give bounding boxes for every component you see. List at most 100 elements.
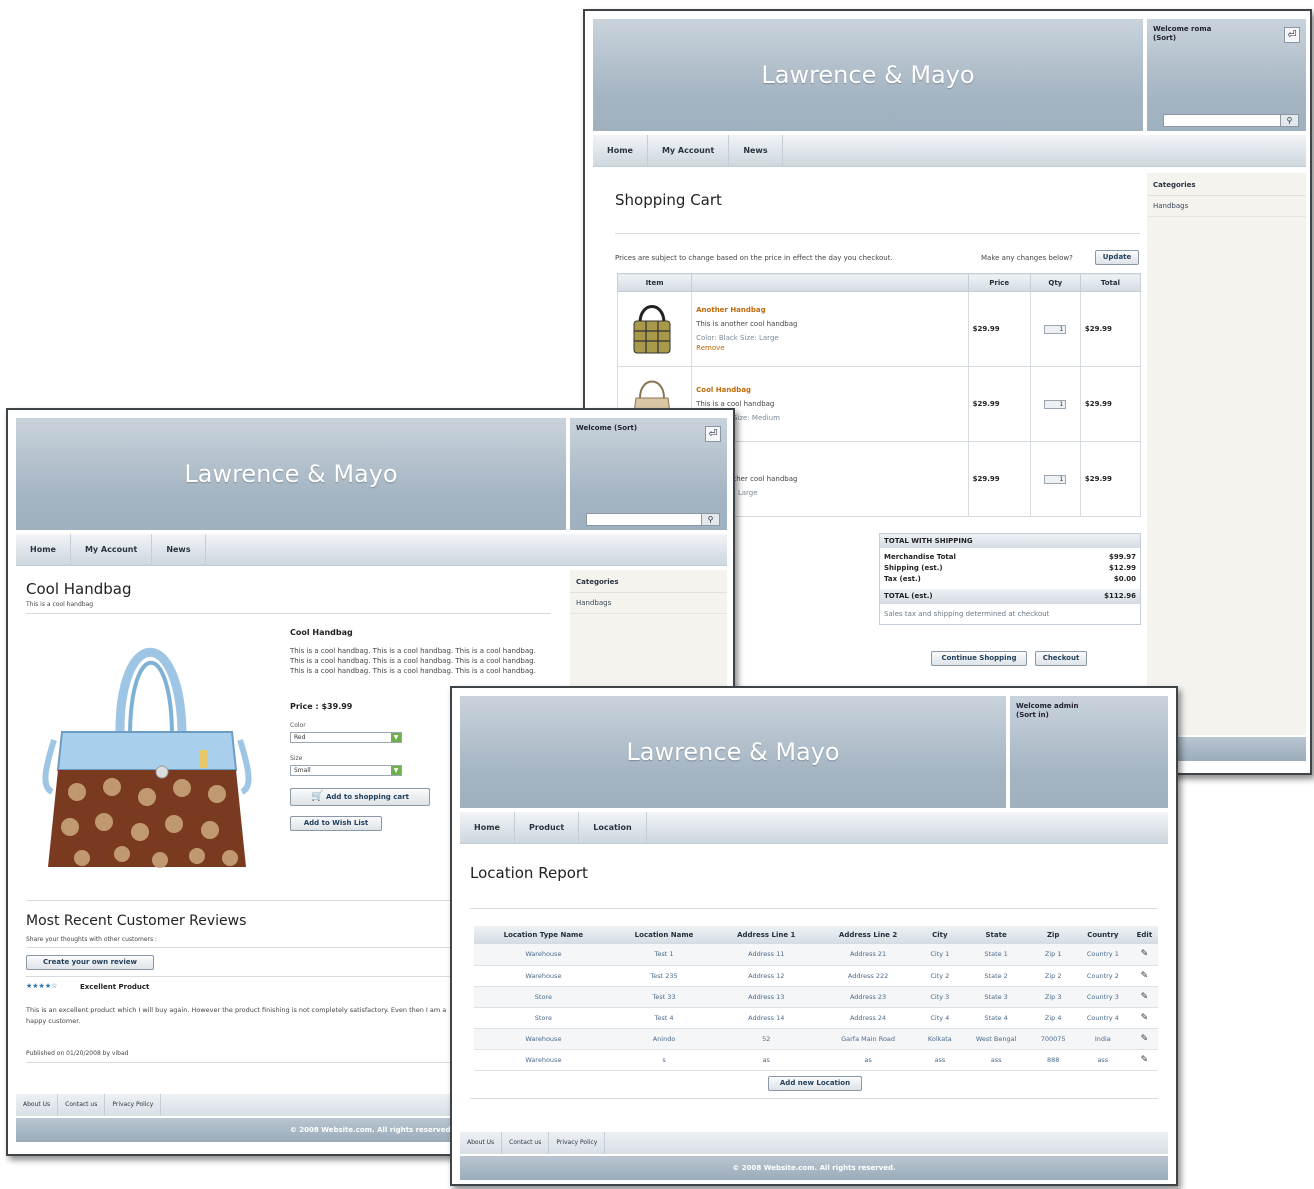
nav-item-product[interactable]: Product (515, 812, 580, 843)
chevron-down-icon[interactable]: ▼ (391, 766, 401, 775)
nav-item-home[interactable]: Home (593, 135, 648, 166)
cell-state[interactable]: ass (960, 1049, 1032, 1071)
item-name[interactable]: Cool Handbag (696, 386, 964, 394)
cell-city[interactable]: City 2 (919, 965, 961, 987)
nav-item-my-account[interactable]: My Account (71, 534, 153, 565)
cell-country[interactable]: Country 1 (1074, 944, 1131, 966)
cell-zip[interactable]: Zip 4 (1031, 1007, 1075, 1029)
create-review-button[interactable]: Create your own review (26, 955, 154, 970)
edit-pencil-icon[interactable]: ✎ (1141, 1034, 1149, 1044)
cell-name[interactable]: Anindo (612, 1028, 716, 1050)
rating-stars-icon: ★★★★☆ (26, 982, 58, 990)
color-select[interactable]: Red ▼ (290, 732, 402, 743)
nav-item-home[interactable]: Home (460, 812, 515, 843)
cell-city[interactable]: City 1 (919, 944, 961, 966)
cell-zip[interactable]: Zip 2 (1031, 965, 1075, 987)
qty-input[interactable]: 1 (1044, 474, 1067, 484)
add-new-location-button[interactable]: Add new Location (768, 1076, 862, 1091)
continue-shopping-button[interactable]: Continue Shopping (931, 651, 1027, 666)
footer-link-contact[interactable]: Contact us (502, 1132, 550, 1154)
chevron-down-icon[interactable]: ▼ (391, 733, 401, 742)
edit-pencil-icon[interactable]: ✎ (1141, 949, 1149, 959)
footer-link-about[interactable]: About Us (460, 1132, 503, 1154)
cell-address1[interactable]: Address 14 (715, 1007, 818, 1029)
sidebar-item-handbags[interactable]: Handbags (570, 593, 727, 614)
cell-address2[interactable]: Garfa Main Road (817, 1028, 919, 1050)
logout-icon[interactable]: ⏎ (1284, 27, 1300, 43)
cell-zip[interactable]: 888 (1031, 1049, 1075, 1071)
search-input[interactable]: ⚲ (586, 513, 720, 526)
edit-pencil-icon[interactable]: ✎ (1141, 992, 1149, 1002)
footer-link-contact[interactable]: Contact us (58, 1094, 106, 1116)
welcome-panel: Welcome roma (Sort) ⏎ ⚲ (1147, 19, 1306, 131)
edit-pencil-icon[interactable]: ✎ (1141, 1055, 1149, 1065)
cell-state[interactable]: State 3 (960, 986, 1032, 1008)
cell-name[interactable]: Test 1 (612, 944, 716, 966)
cell-address2[interactable]: as (817, 1049, 919, 1071)
cell-country[interactable]: India (1074, 1028, 1131, 1050)
remove-link[interactable]: Remove (696, 344, 964, 352)
cell-city[interactable]: City 4 (919, 1007, 961, 1029)
col-header-item: Item (616, 273, 693, 292)
cell-name[interactable]: Test 33 (612, 986, 716, 1008)
cell-state[interactable]: West Bengal (960, 1028, 1032, 1050)
qty-input[interactable]: 1 (1044, 324, 1067, 334)
cell-zip[interactable]: 700075 (1031, 1028, 1075, 1050)
cell-address1[interactable]: Address 13 (715, 986, 818, 1008)
cell-name[interactable]: Test 235 (612, 965, 716, 987)
footer-link-privacy[interactable]: Privacy Policy (549, 1132, 606, 1154)
update-button[interactable]: Update (1095, 250, 1139, 265)
cell-name[interactable]: Test 4 (612, 1007, 716, 1029)
nav-item-news[interactable]: News (152, 534, 206, 565)
cell-state[interactable]: State 1 (960, 944, 1032, 966)
cell-country[interactable]: Country 3 (1074, 986, 1131, 1008)
logout-icon[interactable]: ⏎ (705, 426, 721, 442)
cell-city[interactable]: Kolkata (919, 1028, 961, 1050)
cell-country[interactable]: Country 4 (1074, 1007, 1131, 1029)
cell-type[interactable]: Warehouse (474, 1028, 613, 1050)
edit-pencil-icon[interactable]: ✎ (1141, 971, 1149, 981)
cell-address1[interactable]: as (715, 1049, 818, 1071)
nav-item-location[interactable]: Location (579, 812, 647, 843)
item-name[interactable]: Handbag (696, 461, 964, 469)
cell-city[interactable]: City 3 (919, 986, 961, 1008)
search-icon[interactable]: ⚲ (1280, 115, 1298, 126)
cell-address2[interactable]: Address 21 (817, 944, 919, 966)
checkout-button[interactable]: Checkout (1035, 651, 1087, 666)
cell-address1[interactable]: 52 (715, 1028, 818, 1050)
cell-address2[interactable]: Address 222 (817, 965, 919, 987)
cell-address1[interactable]: Address 11 (715, 944, 818, 966)
cell-country[interactable]: ass (1074, 1049, 1131, 1071)
cell-state[interactable]: State 2 (960, 965, 1032, 987)
item-name[interactable]: Another Handbag (696, 306, 964, 314)
table-row: Warehouse Anindo 52 Garfa Main Road Kolk… (474, 1028, 1158, 1050)
add-to-wish-list-button[interactable]: Add to Wish List (290, 816, 382, 831)
cell-address2[interactable]: Address 23 (817, 986, 919, 1008)
cell-type[interactable]: Warehouse (474, 965, 613, 987)
footer-link-privacy[interactable]: Privacy Policy (105, 1094, 162, 1116)
qty-input[interactable]: 1 (1044, 399, 1067, 409)
cell-type[interactable]: Warehouse (474, 1049, 613, 1071)
edit-pencil-icon[interactable]: ✎ (1141, 1013, 1149, 1023)
search-icon[interactable]: ⚲ (701, 514, 719, 525)
cell-country[interactable]: Country 2 (1074, 965, 1131, 987)
cell-address1[interactable]: Address 12 (715, 965, 818, 987)
nav-item-news[interactable]: News (729, 135, 783, 166)
cell-city[interactable]: ass (919, 1049, 961, 1071)
cell-zip[interactable]: Zip 1 (1031, 944, 1075, 966)
cell-type[interactable]: Store (474, 1007, 613, 1029)
site-banner: Lawrence & Mayo (16, 418, 566, 530)
sidebar-item-handbags[interactable]: Handbags (1147, 196, 1306, 217)
cell-state[interactable]: State 4 (960, 1007, 1032, 1029)
nav-item-home[interactable]: Home (16, 534, 71, 565)
cell-name[interactable]: s (612, 1049, 716, 1071)
cell-zip[interactable]: Zip 3 (1031, 986, 1075, 1008)
cell-type[interactable]: Store (474, 986, 613, 1008)
add-to-cart-button[interactable]: 🛒 Add to shopping cart (290, 788, 430, 806)
cell-type[interactable]: Warehouse (474, 944, 613, 966)
footer-link-about[interactable]: About Us (16, 1094, 59, 1116)
size-select[interactable]: Small ▼ (290, 765, 402, 776)
search-input[interactable]: ⚲ (1163, 114, 1299, 127)
nav-item-my-account[interactable]: My Account (648, 135, 730, 166)
cell-address2[interactable]: Address 24 (817, 1007, 919, 1029)
